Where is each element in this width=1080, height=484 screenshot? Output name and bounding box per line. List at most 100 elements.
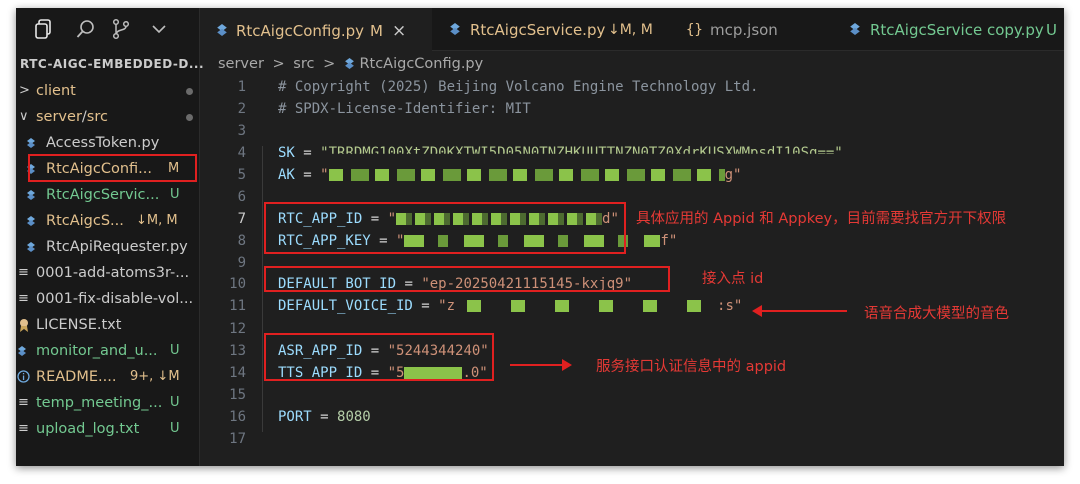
line-number: 13 (229, 343, 246, 359)
tree-file-readme[interactable]: README.... 9+, ↓M (16, 364, 199, 390)
tab-label: mcp.json (710, 21, 778, 39)
text-file-icon: ≡ (18, 421, 29, 436)
python-file-icon (850, 23, 860, 35)
breadcrumb-item-file[interactable]: RtcAigcConfig.py (359, 56, 483, 72)
tree-item-label: upload_log.txt (36, 421, 140, 437)
source-control-icon[interactable] (110, 18, 132, 40)
python-file-icon (217, 24, 227, 36)
tree-folder-server-src[interactable]: ∨ server/src (16, 104, 199, 130)
tab-label: RtcAigcConfig.py (236, 22, 365, 40)
breadcrumb-item-server[interactable]: server (218, 56, 264, 72)
chevron-right-icon: > (323, 56, 336, 72)
tree-item-label: temp_meeting_... (36, 395, 163, 411)
line-number: 1 (237, 79, 246, 95)
arrow-asr (510, 364, 562, 366)
line-number: 3 (237, 123, 246, 139)
line-number: 12 (229, 321, 246, 337)
tab-status: M (370, 22, 383, 40)
arrowhead-right-icon (562, 359, 572, 371)
tree-item-label: AccessToken.py (46, 135, 160, 151)
line-number: 9 (237, 255, 246, 271)
code-line-sk[interactable]: SK = "TRRDMG100XtZD0KXTWI5D05N0TNZHKUUTT… (278, 145, 843, 161)
code-line-2[interactable]: # SPDX-License-Identifier: MIT (278, 101, 531, 117)
tree-item-label: README.... (36, 369, 117, 385)
close-icon[interactable]: × (392, 9, 406, 53)
license-file-icon (20, 319, 28, 332)
highlight-box-bot-id (264, 266, 670, 292)
modified-dot-icon (186, 88, 193, 95)
activity-bar (16, 8, 199, 48)
tree-file-rtcaigcs[interactable]: RtcAigcS... ↓M, M (16, 208, 199, 234)
text-file-icon: ≡ (18, 265, 29, 280)
tree-file-rtcaigcservice[interactable]: RtcAigcServic... U (16, 182, 199, 208)
line-number: 5 (237, 167, 246, 183)
git-status-badge: U (170, 421, 180, 436)
annotation-appid: 具体应用的 Appid 和 Appkey，目前需要找官方开下权限 (636, 211, 1007, 227)
code-line-port[interactable]: PORT = 8080 (278, 409, 371, 425)
line-number: 10 (229, 276, 246, 292)
tree-file-patch-fix[interactable]: ≡ 0001-fix-disable-vol... (16, 286, 199, 312)
line-number: 17 (229, 431, 246, 447)
tree-file-license[interactable]: LICENSE.txt (16, 312, 199, 338)
line-number: 16 (229, 409, 246, 425)
line-number: 15 (229, 387, 246, 403)
tree-file-rtcapirequester[interactable]: RtcApiRequester.py (16, 234, 199, 260)
tree-item-label: RtcApiRequester.py (46, 239, 188, 255)
breadcrumb: server > src > RtcAigcConfig.py (218, 56, 483, 72)
tree-file-monitor[interactable]: monitor_and_u... U (16, 338, 199, 364)
python-file-icon (18, 346, 26, 356)
tree-item-label: 0001-fix-disable-vol... (36, 291, 194, 307)
chevron-right-icon: > (19, 83, 30, 98)
highlight-box-appid (264, 202, 626, 254)
tab-mcp-json[interactable]: {} mcp.json (662, 8, 832, 50)
tab-rtcaigcservice[interactable]: RtcAigcService.py ↓M, M (432, 8, 662, 50)
code-line-default-voice-id[interactable]: DEFAULT_VOICE_ID = "z:s" (278, 298, 742, 314)
tree-file-temp-meeting[interactable]: ≡ temp_meeting_... U (16, 390, 199, 416)
tab-rtcaigcconfig[interactable]: RtcAigcConfig.py M × (200, 8, 432, 51)
python-file-icon (27, 242, 35, 252)
tree-item-label: client (36, 83, 76, 99)
tree-folder-client[interactable]: > client (16, 78, 199, 104)
explorer-title: RTC-AIGC-EMBEDDED-D... (20, 57, 205, 71)
python-file-icon (344, 58, 354, 69)
tab-status: U (1046, 21, 1057, 39)
git-status-badge: U (170, 187, 180, 202)
line-number: 2 (237, 101, 246, 117)
tree-file-patch-atoms[interactable]: ≡ 0001-add-atoms3r-... (16, 260, 199, 286)
tree-item-label: monitor_and_u... (36, 343, 158, 359)
chevron-down-icon: ∨ (19, 109, 29, 124)
tree-file-accesstoken[interactable]: AccessToken.py (16, 130, 199, 156)
tab-label: RtcAigcService copy.py (870, 21, 1044, 39)
redacted-secret (455, 300, 718, 312)
json-file-icon: {} (686, 22, 703, 38)
editor-window: RTC-AIGC-EMBEDDED-D... > client ∨ server… (16, 8, 1064, 466)
redacted-secret: "TRRDMG100XtZD0KXTWI5D05N0TNZHKUUTTNZN0T… (320, 145, 843, 161)
editor-tab-bar: RtcAigcConfig.py M × RtcAigcService.py ↓… (200, 8, 1064, 51)
tree-item-label: server (36, 109, 82, 125)
tree-file-upload-log[interactable]: ≡ upload_log.txt U (16, 416, 199, 442)
code-line-1[interactable]: # Copyright (2025) Beijing Volcano Engin… (278, 79, 758, 95)
chevron-down-icon[interactable] (148, 18, 170, 40)
git-status-badge: U (170, 395, 180, 410)
python-file-icon (27, 216, 35, 226)
tab-label: RtcAigcService.py (470, 21, 606, 39)
code-line-ak[interactable]: AK = " g" (278, 167, 741, 183)
sidebar: RTC-AIGC-EMBEDDED-D... > client ∨ server… (16, 8, 204, 466)
line-number: 8 (237, 233, 246, 249)
tab-rtcaigcservice-copy[interactable]: RtcAigcService copy.py U (832, 8, 1064, 50)
git-status-badge: 9+, ↓M (130, 369, 180, 384)
python-file-icon (27, 138, 35, 148)
arrowhead-left-icon (752, 305, 762, 317)
python-file-icon (450, 23, 460, 35)
search-icon[interactable] (75, 18, 97, 40)
line-number: 4 (237, 145, 246, 161)
highlight-box-sidebar (28, 154, 197, 182)
chevron-right-icon: > (272, 56, 285, 72)
line-number: 7 (237, 211, 246, 227)
breadcrumb-item-src[interactable]: src (293, 56, 314, 72)
text-file-icon: ≡ (18, 291, 29, 306)
explorer-icon[interactable] (33, 18, 55, 40)
annotation-bot-id: 接入点 id (702, 271, 764, 287)
tab-status: ↓M, M (608, 22, 653, 38)
highlight-box-asr-tts (264, 333, 494, 381)
